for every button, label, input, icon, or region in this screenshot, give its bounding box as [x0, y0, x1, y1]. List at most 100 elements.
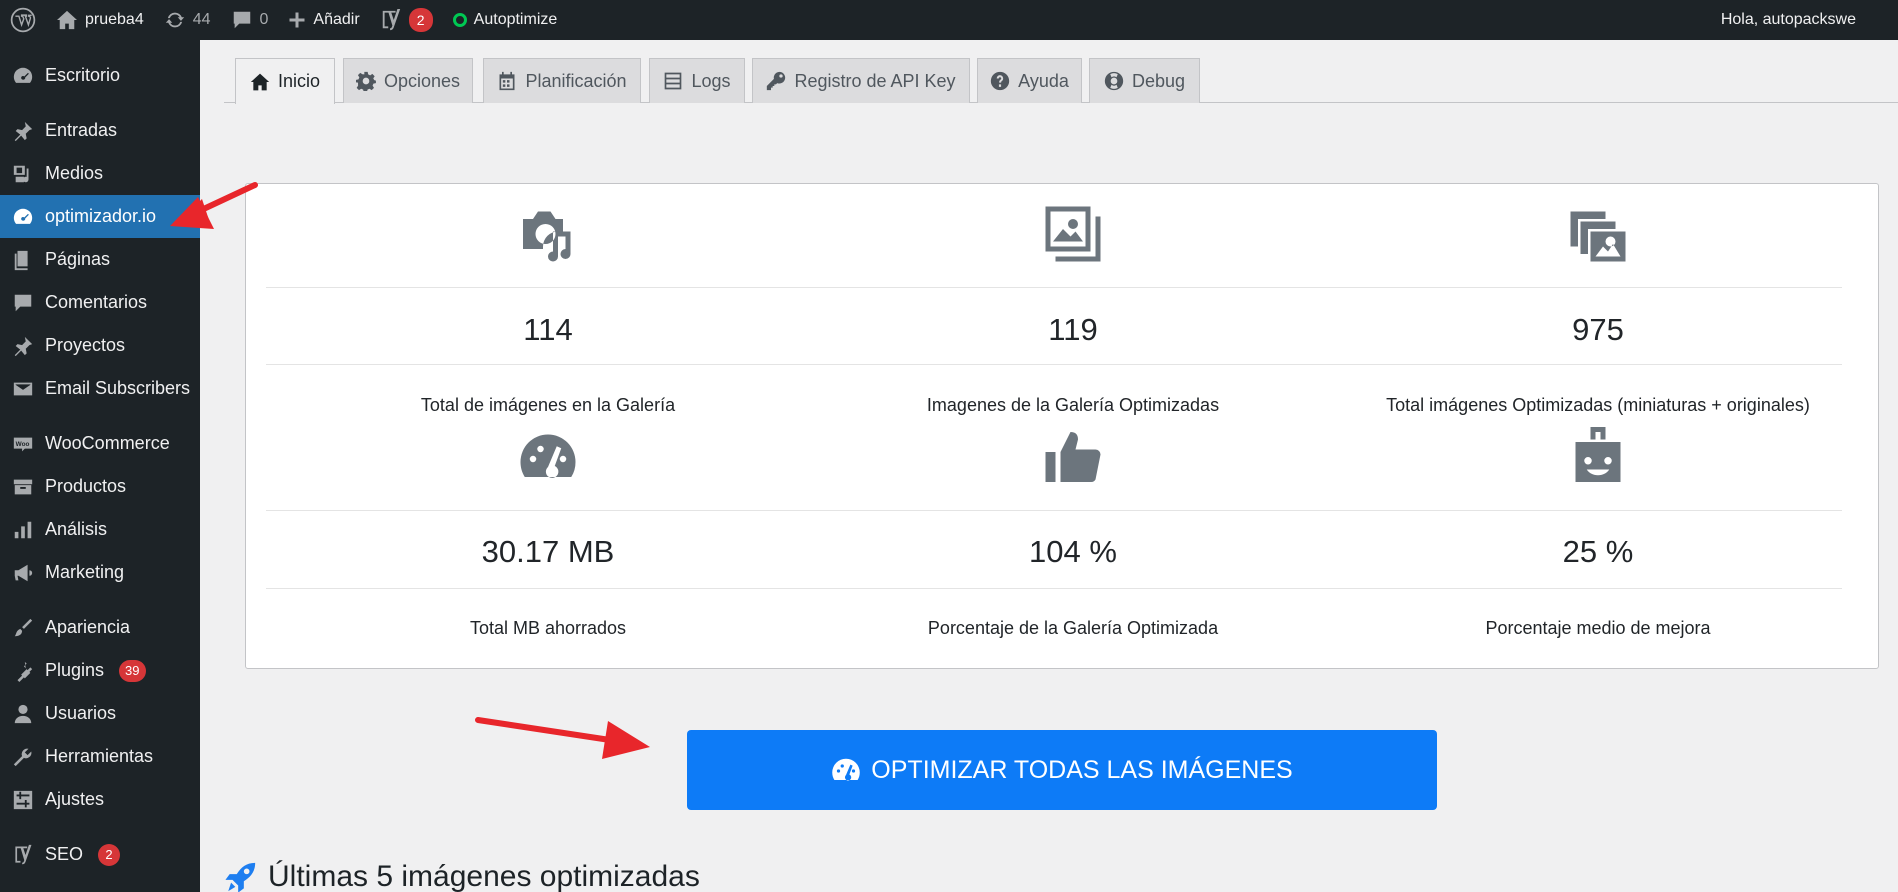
- autoptimize-menu[interactable]: Autoptimize: [443, 0, 568, 40]
- comment-icon: [233, 11, 250, 29]
- stat-label-mb-saved: Total MB ahorrados: [469, 618, 627, 638]
- annotation-arrow-button: [475, 717, 650, 759]
- menu-plugins[interactable]: Plugins 39: [0, 649, 200, 692]
- tab-ayuda[interactable]: Ayuda: [977, 58, 1082, 103]
- thumbs-up-icon: [1043, 427, 1103, 487]
- tab-debug[interactable]: Debug: [1089, 58, 1200, 103]
- question-icon: [990, 71, 1010, 91]
- divider: [266, 588, 1842, 589]
- menu-label: Proyectos: [45, 335, 126, 355]
- updates-link[interactable]: 44: [154, 0, 221, 40]
- dashboard-icon: [13, 67, 33, 83]
- menu-label: Apariencia: [45, 617, 131, 637]
- menu-label: Email Subscribers: [45, 378, 191, 398]
- plugins-update-badge: 39: [119, 659, 146, 682]
- menu-label: Comentarios: [45, 292, 148, 312]
- menu-ajustes[interactable]: Ajustes: [0, 778, 200, 821]
- stats-panel: 114 119 975 Total de imágenes en la Gale…: [245, 183, 1879, 669]
- stat-value-avg-improvement: 25 %: [1562, 534, 1634, 569]
- menu-apariencia[interactable]: Apariencia: [0, 606, 200, 649]
- media-icon: [13, 165, 29, 182]
- plug-icon: [17, 661, 33, 682]
- admin-bar: prueba4 44 0 Añadir 2 Autoptimize Hola, …: [0, 0, 1898, 40]
- key-icon: [767, 71, 786, 91]
- add-new-link[interactable]: Añadir: [278, 0, 369, 40]
- comments-count: 0: [259, 11, 269, 28]
- optimize-all-images-button[interactable]: OPTIMIZAR TODAS LAS IMÁGENES: [687, 730, 1437, 810]
- status-circle-icon: [452, 13, 467, 27]
- stat-value-gallery-percent: 104 %: [1029, 534, 1117, 569]
- home-icon: [57, 10, 77, 30]
- tab-label: Registro de API Key: [794, 70, 956, 91]
- stat-label-gallery-percent: Porcentaje de la Galería Optimizada: [927, 618, 1219, 638]
- tab-opciones[interactable]: Opciones: [343, 58, 473, 103]
- menu-usuarios[interactable]: Usuarios: [0, 692, 200, 735]
- wordpress-logo-button[interactable]: [0, 0, 46, 40]
- tab-label: Planificación: [525, 70, 627, 91]
- menu-medios[interactable]: Medios: [0, 152, 200, 195]
- refresh-icon: [165, 12, 184, 28]
- tab-registro-api-key[interactable]: Registro de API Key: [752, 58, 970, 103]
- last-optimized-heading: Últimas 5 imágenes optimizadas: [224, 860, 700, 892]
- menu-label: SEO: [45, 844, 84, 864]
- site-name: prueba4: [85, 11, 144, 28]
- menu-label: Páginas: [45, 249, 111, 269]
- tab-label: Opciones: [383, 70, 461, 91]
- envelope-icon: [13, 382, 33, 395]
- user-icon: [14, 704, 32, 723]
- sliders-icon: [13, 790, 33, 809]
- pin-icon: [14, 121, 33, 141]
- stat-label-total-images: Total de imágenes en la Galería: [420, 395, 676, 415]
- plugin-tabs: Inicio Opciones Planificación Logs Regis…: [224, 58, 1898, 104]
- menu-woocommerce[interactable]: Woo WooCommerce: [0, 422, 200, 465]
- tab-logs[interactable]: Logs: [649, 58, 745, 103]
- menu-escritorio[interactable]: Escritorio: [0, 54, 200, 97]
- comments-link[interactable]: 0: [221, 0, 279, 40]
- menu-label: Marketing: [45, 562, 125, 582]
- rocket-icon: [225, 862, 256, 892]
- gear-icon: [355, 71, 376, 91]
- tachometer-icon: [832, 758, 861, 781]
- menu-label: Plugins: [45, 660, 105, 680]
- menu-productos[interactable]: Productos: [0, 465, 200, 508]
- tab-inicio[interactable]: Inicio: [235, 58, 335, 104]
- greeting: Hola, autopackswe: [1720, 11, 1856, 28]
- menu-analisis[interactable]: Análisis: [0, 508, 200, 551]
- plus-icon: [289, 12, 305, 28]
- camera-music-icon: [518, 204, 578, 264]
- comment-icon: [14, 294, 32, 311]
- pages-icon: [14, 250, 28, 270]
- menu-paginas[interactable]: Páginas: [0, 238, 200, 281]
- menu-email-subscribers[interactable]: Email Subscribers: [0, 367, 200, 410]
- menu-proyectos[interactable]: Proyectos: [0, 324, 200, 367]
- yoast-badge: 2: [408, 8, 433, 32]
- lifebuoy-icon: [1104, 71, 1124, 91]
- brush-icon: [14, 618, 33, 636]
- menu-entradas[interactable]: Entradas: [0, 109, 200, 152]
- account-menu[interactable]: Hola, autopackswe: [1721, 0, 1856, 40]
- updates-count: 44: [192, 11, 211, 28]
- admin-sidebar: Escritorio Entradas Medios optimizador.i…: [0, 40, 200, 892]
- megaphone-icon: [14, 564, 33, 581]
- menu-optimizador[interactable]: optimizador.io: [0, 195, 200, 238]
- menu-label: Productos: [45, 476, 127, 496]
- menu-marketing[interactable]: Marketing: [0, 551, 200, 594]
- active-indicator: [192, 209, 200, 225]
- stat-value-optimized-gallery: 119: [1048, 312, 1098, 347]
- tab-planificacion[interactable]: Planificación: [483, 58, 641, 103]
- menu-label: optimizador.io: [45, 206, 157, 226]
- last-optimized-title: Últimas 5 imágenes optimizadas: [268, 860, 700, 892]
- yoast-icon: [15, 844, 32, 864]
- stat-value-mb-saved: 30.17 MB: [481, 534, 615, 569]
- site-name-link[interactable]: prueba4: [46, 0, 154, 40]
- yoast-menu[interactable]: 2: [370, 0, 443, 40]
- svg-text:Woo: Woo: [16, 440, 30, 447]
- stat-label-optimized-gallery: Imagenes de la Galería Optimizadas: [926, 395, 1220, 415]
- menu-herramientas[interactable]: Herramientas: [0, 735, 200, 778]
- yoast-icon: [382, 9, 400, 31]
- tab-label: Logs: [691, 70, 731, 91]
- menu-comentarios[interactable]: Comentarios: [0, 281, 200, 324]
- menu-label: Usuarios: [45, 703, 117, 723]
- menu-seo[interactable]: SEO 2: [0, 833, 200, 876]
- stat-value-total-images: 114: [523, 312, 573, 347]
